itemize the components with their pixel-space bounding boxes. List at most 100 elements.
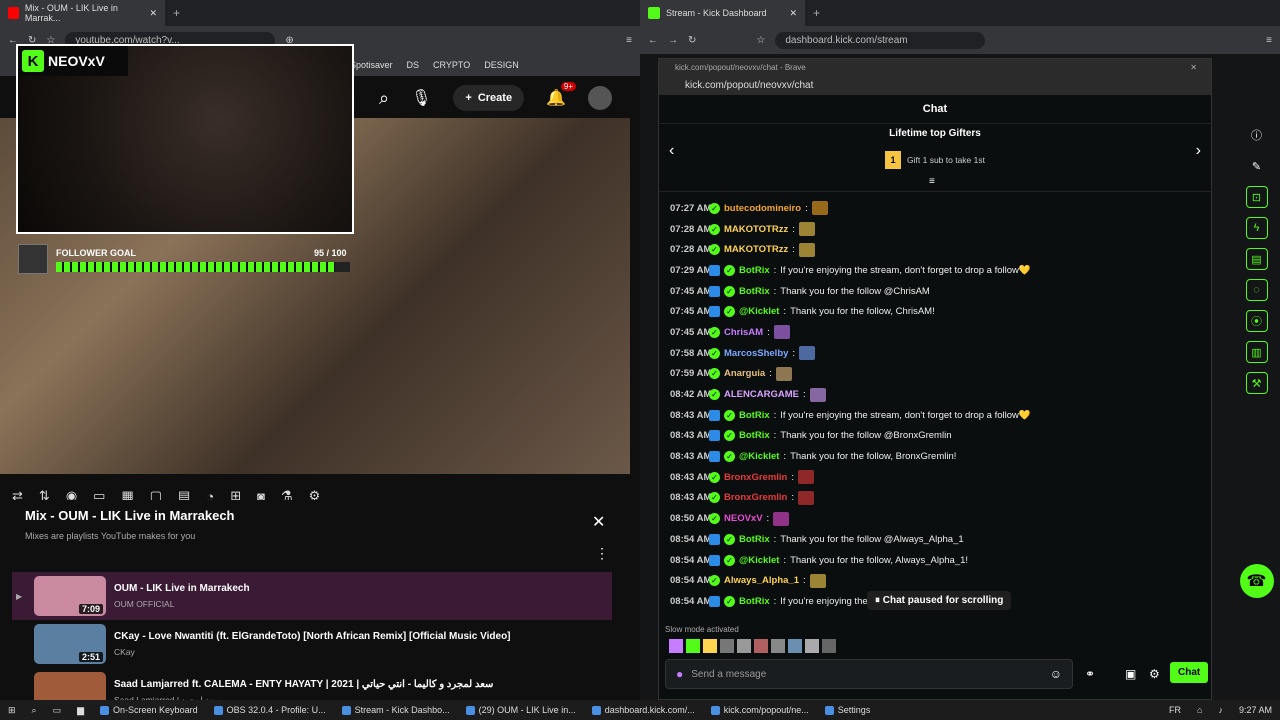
message-username[interactable]: butecodomineiro	[724, 203, 801, 214]
notes-icon[interactable]: ▤	[1245, 248, 1268, 270]
emote-icon[interactable]	[822, 639, 836, 653]
message-username[interactable]: BotRix	[739, 286, 770, 297]
chat-input-box[interactable]: ● Send a message ☺	[665, 659, 1073, 689]
bookmark-ds[interactable]: DS	[407, 60, 420, 70]
youtube-tab[interactable]: Mix - OUM - LIK Live in Marrak... ✕	[0, 0, 165, 26]
playlist-item[interactable]: 2:51 CKay - Love Nwantiti (ft. ElGrandeTo…	[12, 620, 612, 668]
close-tab-icon[interactable]: ✕	[789, 8, 797, 19]
taskbar-app[interactable]: Settings	[817, 700, 879, 720]
window-close-icon[interactable]: ✕	[1190, 63, 1197, 72]
new-tab-icon[interactable]: +	[805, 6, 828, 20]
layout-icon[interactable]: ▥	[1245, 341, 1268, 363]
chevron-left-icon[interactable]: ‹	[669, 142, 674, 160]
message-username[interactable]: NEOVxV	[724, 513, 763, 524]
message-username[interactable]: MAKOTOTRzz	[724, 224, 788, 235]
message-username[interactable]: MarcosShelby	[724, 348, 788, 359]
taskbar-app[interactable]: On-Screen Keyboard	[92, 700, 206, 720]
taskbar-app[interactable]: kick.com/popout/ne...	[703, 700, 817, 720]
taskbar-app[interactable]: (29) OUM - LIK Live in...	[458, 700, 584, 720]
emote-icon[interactable]	[720, 639, 734, 653]
headset-icon[interactable]: ☎	[1239, 564, 1274, 598]
message-username[interactable]: ChrisAM	[724, 327, 763, 338]
points-icon[interactable]: ⚭	[1085, 667, 1095, 681]
reload-icon[interactable]: ↻	[688, 35, 696, 46]
emote-icon[interactable]	[754, 639, 768, 653]
menu-icon[interactable]: ≡	[626, 35, 632, 46]
forward-icon[interactable]: →	[668, 35, 678, 46]
playlist-item[interactable]: ▶ 7:09 OUM - LIK Live in Marrakech OUM OFFI…	[12, 572, 612, 620]
chat-send-button[interactable]: Chat	[1170, 662, 1209, 683]
verified-badge-icon: ✓	[724, 409, 735, 421]
emote-icon[interactable]	[788, 639, 802, 653]
microphone-icon[interactable]: 🎙	[411, 88, 431, 108]
video-thumbnail[interactable]: 7:09	[34, 576, 106, 616]
collapse-icon[interactable]: ≡	[929, 176, 935, 187]
back-icon[interactable]: ←	[648, 35, 658, 46]
taskbar-app[interactable]: Stream - Kick Dashbo...	[334, 700, 458, 720]
message-username[interactable]: BronxGremlin	[724, 472, 787, 483]
message-username[interactable]: BotRix	[739, 596, 770, 607]
video-title[interactable]: Saad Lamjarred ft. CALEMA - ENTY HAYATY …	[114, 679, 493, 690]
pencil-icon[interactable]: ✎	[1246, 155, 1268, 177]
kick-dashboard-tab[interactable]: Stream - Kick Dashboard ✕	[640, 0, 805, 26]
wrench-icon[interactable]: ⚒	[1245, 372, 1268, 394]
bookmark-icon[interactable]: ☆	[756, 35, 765, 46]
language-indicator[interactable]: FR	[1161, 700, 1189, 720]
taskbar-app[interactable]: OBS 32.0.4 - Profile: U...	[206, 700, 334, 720]
more-options-icon[interactable]: ⋮	[595, 545, 609, 562]
message-username[interactable]: BronxGremlin	[724, 492, 787, 503]
gift-icon[interactable]: ▣	[1125, 667, 1136, 681]
task-view-icon[interactable]: ▭	[45, 700, 70, 720]
video-title[interactable]: OUM - LIK Live in Marrakech	[114, 583, 250, 594]
message-username[interactable]: @Kicklet	[739, 306, 779, 317]
search-icon[interactable]: ⌕	[379, 88, 389, 109]
message-username[interactable]: BotRix	[739, 265, 770, 276]
new-tab-icon[interactable]: +	[165, 6, 188, 20]
chat-paused-pill[interactable]: ⏸ Chat paused for scrolling	[867, 591, 1012, 610]
microphone-icon[interactable]: ●	[676, 667, 683, 681]
avatar[interactable]	[588, 86, 612, 110]
close-icon[interactable]: ✕	[592, 512, 605, 532]
notifications-icon[interactable]: 🔔 9+	[546, 82, 576, 108]
message-username[interactable]: MAKOTOTRzz	[724, 244, 788, 255]
info-icon[interactable]: ⓘ	[1246, 124, 1268, 146]
message-username[interactable]: @Kicklet	[739, 451, 779, 462]
windows-start-icon[interactable]: ⊞	[0, 700, 24, 720]
chat-bubble-icon[interactable]: ◌	[1245, 279, 1268, 301]
create-button[interactable]: + Create	[453, 85, 525, 111]
emote-icon[interactable]	[686, 639, 700, 653]
file-explorer-icon[interactable]: ▆	[69, 700, 92, 720]
emote-icon[interactable]	[805, 639, 819, 653]
chevron-right-icon[interactable]: ›	[1196, 142, 1201, 160]
taskbar-app-label: Stream - Kick Dashbo...	[354, 705, 450, 715]
emote-icon[interactable]	[737, 639, 751, 653]
menu-icon[interactable]: ≡	[1266, 35, 1272, 46]
settings-icon[interactable]: ⚙	[1149, 667, 1160, 681]
message-username[interactable]: BotRix	[739, 410, 770, 421]
message-username[interactable]: Always_Alpha_1	[724, 575, 799, 586]
network-icon[interactable]: ⌂	[1189, 700, 1210, 720]
broadcast-icon[interactable]: ⦿	[1245, 310, 1268, 332]
message-username[interactable]: ALENCARGAME	[724, 389, 799, 400]
message-username[interactable]: @Kicklet	[739, 555, 779, 566]
volume-icon[interactable]: ♪	[1210, 700, 1231, 720]
right-address-bar[interactable]: dashboard.kick.com/stream	[775, 31, 986, 49]
bookmark-spotisaver[interactable]: Spotisaver	[350, 60, 393, 70]
message-username[interactable]: BotRix	[739, 430, 770, 441]
video-thumbnail[interactable]: 2:51	[34, 624, 106, 664]
search-icon[interactable]: ⌕	[24, 700, 45, 720]
video-title[interactable]: CKay - Love Nwantiti (ft. ElGrandeToto) …	[114, 631, 511, 642]
message-username[interactable]: BotRix	[739, 534, 770, 545]
emoji-icon[interactable]: ☺	[1050, 667, 1062, 681]
lightning-icon[interactable]: ϟ	[1245, 217, 1268, 239]
focus-icon[interactable]: ⊡	[1245, 186, 1268, 208]
emote-icon[interactable]	[669, 639, 683, 653]
close-tab-icon[interactable]: ✕	[149, 8, 157, 19]
bookmark-crypto[interactable]: CRYPTO	[433, 60, 470, 70]
bookmark-design[interactable]: DESIGN	[484, 60, 519, 70]
message-username[interactable]: Anarguia	[724, 368, 765, 379]
emote-icon[interactable]	[771, 639, 785, 653]
taskbar-app[interactable]: dashboard.kick.com/...	[584, 700, 703, 720]
emote-icon[interactable]	[703, 639, 717, 653]
clock[interactable]: 9:27 AM	[1231, 700, 1280, 720]
